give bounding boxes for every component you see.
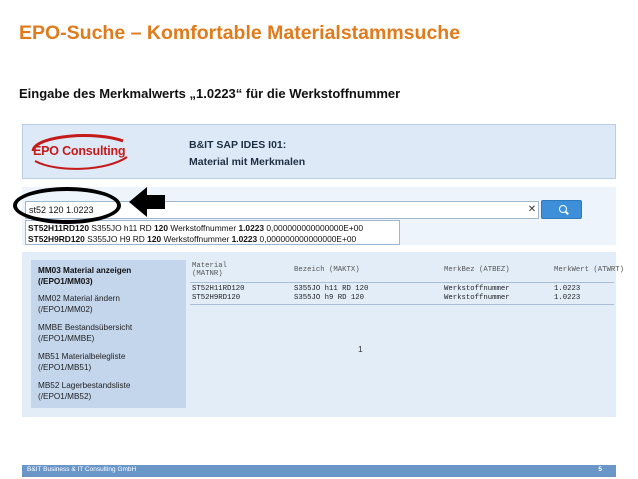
sidebar-item-mm03[interactable]: MM03 Material anzeigen [38,266,131,275]
slide-subtitle: Eingabe des Merkmalwerts „1.0223“ für di… [19,86,401,101]
table-cell[interactable]: ST52H9RD120 [192,294,240,302]
sidebar-item-mmbe-code[interactable]: (/EPO1/MMBE) [38,334,94,343]
sidebar-item-mb52[interactable]: MB52 Lagerbestandsliste [38,381,130,390]
pagination-page[interactable]: 1 [358,344,363,354]
column-header-material[interactable]: Material (MATNR) [192,262,227,278]
sidebar-item-mm03-code[interactable]: (/EPO1/MM03) [38,277,93,286]
table-cell[interactable]: Werkstoffnummer [444,285,510,293]
table-cell[interactable]: Werkstoffnummer [444,294,510,302]
highlight-ellipse [13,187,121,224]
sidebar-item-mb51-code[interactable]: (/EPO1/MB51) [38,363,91,372]
table-cell[interactable]: S355JO h9 RD 120 [294,294,364,302]
footer-company: B&IT Business & IT Consulting GmbH [27,466,137,473]
suggestion-list: ST52H11RD120 S355JO h11 RD 120 Werkstoff… [25,220,400,245]
footer-bar: B&IT Business & IT Consulting GmbH 5 [22,465,616,477]
table-cell[interactable]: S355JO h11 RD 120 [294,285,368,293]
suggestion-item[interactable]: ST52H11RD120 S355JO h11 RD 120 Werkstoff… [28,223,363,233]
transaction-sidebar: MM03 Material anzeigen (/EPO1/MM03) MM02… [31,260,186,408]
sidebar-item-mm02[interactable]: MM02 Material ändern [38,294,120,303]
sidebar-item-mm02-code[interactable]: (/EPO1/MM02) [38,305,93,314]
page-number: 5 [598,466,602,473]
suggestion-item[interactable]: ST52H9RD120 S355JO H9 RD 120 Werkstoffnu… [28,234,356,244]
search-icon [559,205,567,213]
column-header-bezeich[interactable]: Bezeich (MAKTX) [294,266,360,274]
table-cell[interactable]: 1.0223 [554,294,580,302]
table-cell[interactable]: 1.0223 [554,285,580,293]
search-button[interactable] [541,200,582,219]
sidebar-item-mb51[interactable]: MB51 Materialbelegliste [38,352,125,361]
main-area: MM03 Material anzeigen (/EPO1/MM03) MM02… [22,252,624,417]
epo-logo: EPO Consulting [27,131,131,173]
app-title: B&IT SAP IDES I01: [189,139,287,151]
header-divider [190,282,614,283]
clear-icon[interactable]: ✕ [525,201,539,219]
row-divider [190,304,614,305]
arrow-left-icon [129,187,165,217]
logo-text: EPO Consulting [33,144,126,158]
column-header-merkbez[interactable]: MerkBez (ATBEZ) [444,266,510,274]
slide-title: EPO-Suche – Komfortable Materialstammsuc… [19,22,461,44]
table-cell[interactable]: ST52H11RD120 [192,285,245,293]
app-header: EPO Consulting B&IT SAP IDES I01: Materi… [22,124,616,179]
app-subtitle: Material mit Merkmalen [189,156,306,168]
sidebar-item-mb52-code[interactable]: (/EPO1/MB52) [38,392,91,401]
column-header-merkwert[interactable]: MerkWert (ATWRT) [554,266,624,274]
sidebar-item-mmbe[interactable]: MMBE Bestandsübersicht [38,323,132,332]
app-screenshot: EPO Consulting B&IT SAP IDES I01: Materi… [22,124,624,417]
